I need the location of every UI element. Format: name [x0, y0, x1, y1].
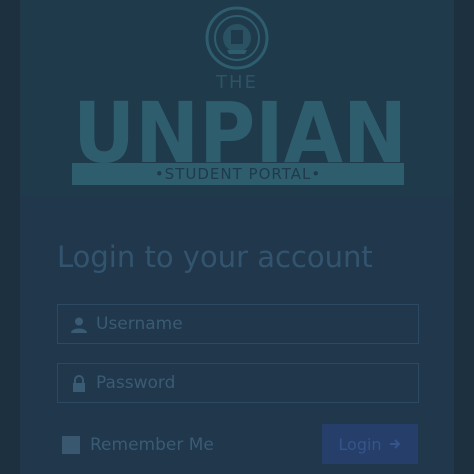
username-field[interactable]	[57, 304, 419, 344]
password-input[interactable]	[96, 364, 414, 402]
login-title: Login to your account	[57, 240, 373, 274]
left-margin	[0, 0, 20, 474]
user-icon	[71, 317, 87, 333]
logo-subtitle: •STUDENT PORTAL•	[72, 163, 404, 185]
login-page: THE UNPIAN •STUDENT PORTAL• Login to you…	[0, 0, 474, 474]
logo-word-text: UNPIAN	[73, 88, 407, 168]
arrow-right-icon	[389, 439, 400, 449]
username-input[interactable]	[96, 305, 414, 343]
password-field[interactable]	[57, 363, 419, 403]
login-button-label: Login	[338, 434, 382, 454]
university-seal-icon	[205, 6, 269, 70]
right-margin	[454, 0, 474, 474]
lock-icon	[73, 375, 85, 392]
unpian-logo: UNPIAN	[73, 88, 407, 168]
remember-checkbox[interactable]	[62, 436, 80, 454]
remember-label: Remember Me	[90, 435, 214, 455]
login-button[interactable]: Login	[322, 424, 418, 464]
remember-me[interactable]: Remember Me	[62, 434, 214, 456]
